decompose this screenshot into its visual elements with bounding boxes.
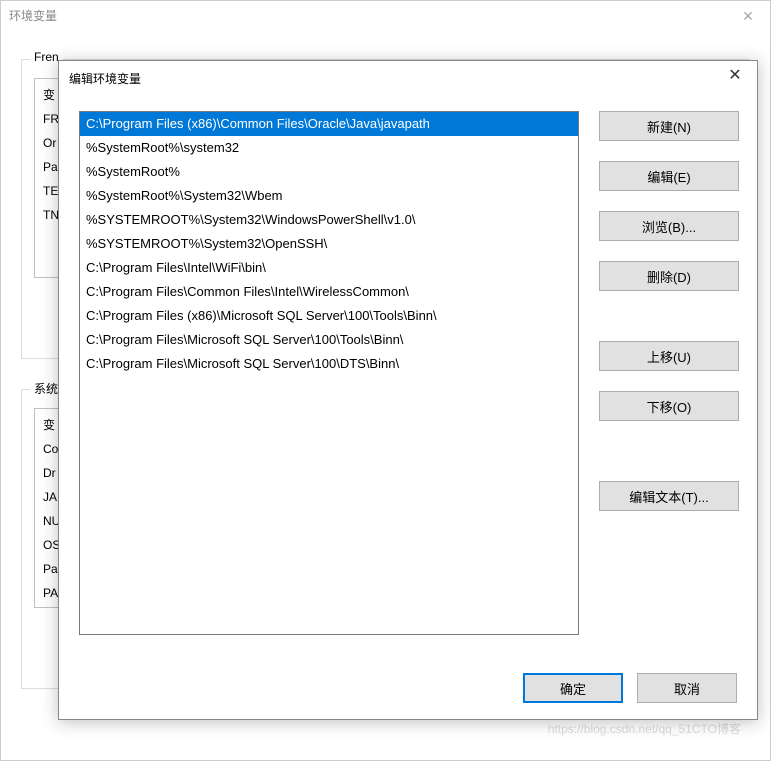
path-item[interactable]: C:\Program Files\Common Files\Intel\Wire… [80,280,578,304]
path-item[interactable]: C:\Program Files\Intel\WiFi\bin\ [80,256,578,280]
move-up-button[interactable]: 上移(U) [599,341,739,371]
parent-titlebar: 环境变量 ✕ [1,1,770,31]
browse-button[interactable]: 浏览(B)... [599,211,739,241]
side-buttons: 新建(N) 编辑(E) 浏览(B)... 删除(D) 上移(U) 下移(O) 编… [599,111,739,531]
path-item[interactable]: C:\Program Files (x86)\Common Files\Orac… [80,112,578,136]
edit-ok-button[interactable]: 确定 [523,673,623,703]
delete-button[interactable]: 删除(D) [599,261,739,291]
edit-titlebar: 编辑环境变量 ✕ [59,61,757,95]
path-item[interactable]: %SystemRoot% [80,160,578,184]
edit-text-button[interactable]: 编辑文本(T)... [599,481,739,511]
path-item[interactable]: C:\Program Files\Microsoft SQL Server\10… [80,352,578,376]
edit-body: C:\Program Files (x86)\Common Files\Orac… [59,95,757,719]
path-item[interactable]: C:\Program Files\Microsoft SQL Server\10… [80,328,578,352]
parent-close-button[interactable]: ✕ [726,1,770,31]
path-item[interactable]: %SystemRoot%\system32 [80,136,578,160]
path-item[interactable]: C:\Program Files (x86)\Microsoft SQL Ser… [80,304,578,328]
path-item[interactable]: %SYSTEMROOT%\System32\OpenSSH\ [80,232,578,256]
edit-bottom-buttons: 确定 取消 [523,673,737,703]
edit-title: 编辑环境变量 [69,70,713,87]
edit-env-var-dialog: 编辑环境变量 ✕ C:\Program Files (x86)\Common F… [58,60,758,720]
parent-title: 环境变量 [9,1,57,31]
path-list[interactable]: C:\Program Files (x86)\Common Files\Orac… [79,111,579,635]
edit-close-button[interactable]: ✕ [713,61,757,95]
edit-button[interactable]: 编辑(E) [599,161,739,191]
edit-cancel-button[interactable]: 取消 [637,673,737,703]
path-item[interactable]: %SYSTEMROOT%\System32\WindowsPowerShell\… [80,208,578,232]
path-item[interactable]: %SystemRoot%\System32\Wbem [80,184,578,208]
new-button[interactable]: 新建(N) [599,111,739,141]
move-down-button[interactable]: 下移(O) [599,391,739,421]
